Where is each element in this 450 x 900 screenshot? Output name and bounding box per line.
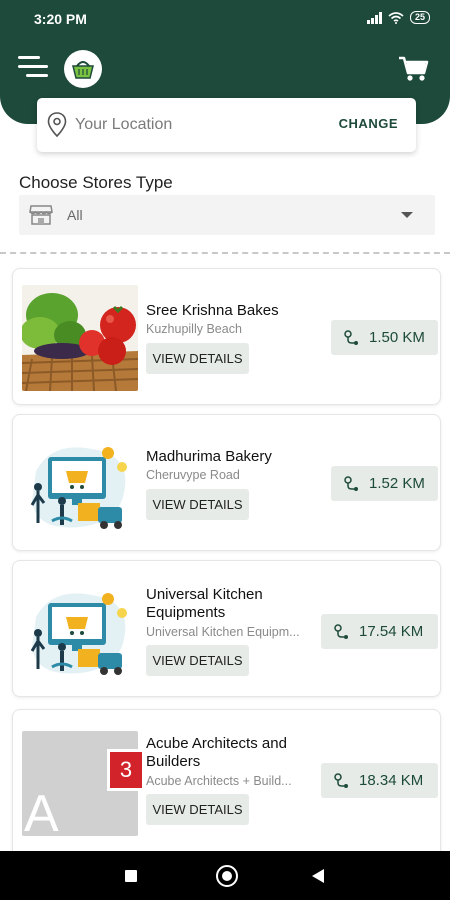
distance-value: 1.52 KM [369, 475, 425, 492]
store-name: Sree Krishna Bakes [146, 302, 279, 319]
view-details-button[interactable]: VIEW DETAILS [146, 489, 249, 520]
location-card: CHANGE [37, 98, 416, 152]
store-card[interactable]: A 3 Acube Architects and Builders Acube … [12, 709, 441, 869]
dashed-divider [0, 252, 450, 254]
dropdown-caret-icon [401, 212, 413, 218]
distance-chip: 1.50 KM [331, 320, 438, 355]
store-address: Universal Kitchen Equipm... [146, 625, 300, 639]
status-time: 3:20 PM [34, 11, 87, 27]
signal-icon [366, 11, 382, 24]
store-card[interactable]: Universal Kitchen Equipments Universal K… [12, 560, 441, 697]
location-pin-icon [47, 112, 67, 138]
section-title: Choose Stores Type [19, 173, 173, 192]
menu-icon [18, 56, 40, 59]
route-icon [334, 623, 348, 639]
home-button[interactable] [216, 865, 238, 887]
store-image-placeholder: A 3 [22, 731, 145, 840]
route-icon [344, 475, 358, 491]
cart-icon [399, 56, 429, 81]
wifi-icon [388, 11, 404, 24]
store-address: Kuzhupilly Beach [146, 322, 242, 336]
store-image-vegetables [22, 285, 138, 391]
change-location-button[interactable]: CHANGE [339, 116, 398, 131]
distance-chip: 1.52 KM [331, 466, 438, 501]
store-name: Universal Kitchen Equipments [146, 586, 263, 621]
store-image-delivery [22, 431, 138, 537]
distance-value: 18.34 KM [359, 772, 424, 789]
view-details-button[interactable]: VIEW DETAILS [146, 645, 249, 676]
store-type-select[interactable]: All [19, 195, 435, 235]
store-card[interactable]: Madhurima Bakery Cheruvype Road VIEW DET… [12, 414, 441, 551]
distance-value: 17.54 KM [359, 623, 424, 640]
menu-button[interactable] [18, 56, 48, 80]
distance-chip: 18.34 KM [321, 763, 438, 798]
status-bar: 3:20 PM 25 [0, 0, 450, 38]
back-button[interactable] [312, 869, 324, 883]
distance-chip: 17.54 KM [321, 614, 438, 649]
store-name: Madhurima Bakery [146, 448, 272, 465]
location-input[interactable] [75, 113, 325, 137]
cart-button[interactable] [398, 55, 430, 83]
store-name: Acube Architects and Builders [146, 735, 287, 770]
store-card[interactable]: Sree Krishna Bakes Kuzhupilly Beach VIEW… [12, 268, 441, 405]
placeholder-letter: A [24, 785, 59, 843]
distance-value: 1.50 KM [369, 329, 425, 346]
system-nav-bar [0, 851, 450, 900]
route-icon [344, 329, 358, 345]
shop-icon [29, 205, 53, 225]
recents-button[interactable] [125, 870, 137, 882]
store-type-value: All [67, 207, 83, 223]
store-address: Acube Architects + Build... [146, 774, 292, 788]
basket-logo-icon[interactable] [64, 50, 102, 88]
route-icon [334, 772, 348, 788]
store-count-badge: 3 [107, 749, 145, 791]
home-dot-icon [222, 871, 232, 881]
store-address: Cheruvype Road [146, 468, 240, 482]
view-details-button[interactable]: VIEW DETAILS [146, 794, 249, 825]
battery-icon: 25 [409, 11, 430, 24]
status-icons: 25 [366, 11, 430, 24]
view-details-button[interactable]: VIEW DETAILS [146, 343, 249, 374]
store-image-delivery [22, 577, 138, 683]
